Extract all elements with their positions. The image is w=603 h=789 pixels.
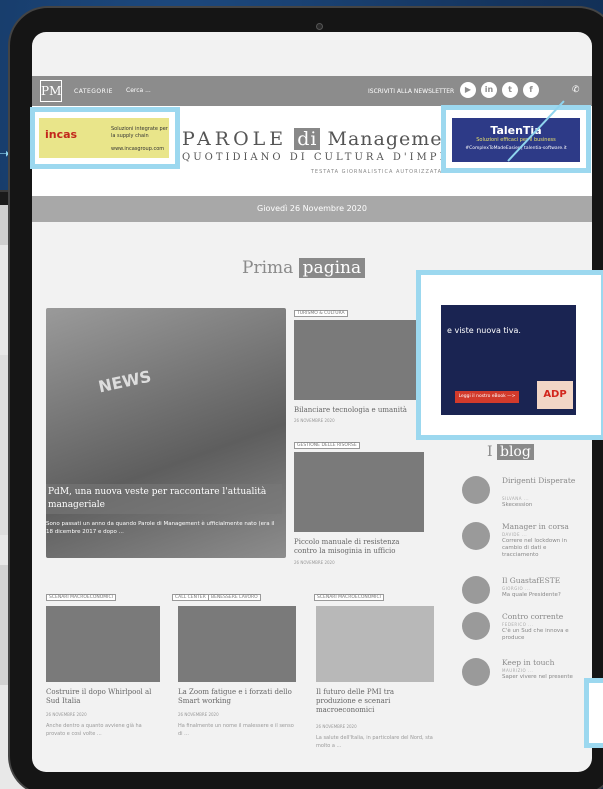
blog-title[interactable]: Manager in corsa — [502, 522, 582, 531]
section-title-highlight: pagina — [298, 258, 366, 278]
side-ad-banner[interactable] — [584, 678, 603, 748]
category-tag[interactable]: GESTIONE DELLE RISORSE — [294, 442, 360, 449]
blog-post-title[interactable]: Skecession — [502, 502, 582, 509]
incas-url: www.incasgroup.com — [111, 146, 165, 152]
article-image[interactable] — [294, 452, 424, 532]
linkedin-icon[interactable]: in — [481, 82, 497, 98]
blog-author: MAURIZIO ... — [502, 668, 534, 673]
masthead-title-word: PAROLE — [182, 128, 288, 150]
article-excerpt: La salute dell'Italia, in particolare de… — [316, 735, 433, 749]
section-title: Prima pagina — [242, 258, 366, 278]
blog-title[interactable]: Keep in touch — [502, 658, 582, 667]
article-image[interactable] — [46, 606, 160, 682]
blog-title[interactable]: Dirigenti Disperate — [502, 476, 582, 485]
article-date: 26 NOVEMBRE 2020 — [46, 712, 87, 717]
talentia-ad-banner[interactable]: TalenTia Soluzioni efficaci per il busin… — [441, 105, 591, 173]
masthead-registered: TESTATA GIORNALISTICA AUTORIZZATA — [310, 169, 442, 175]
article-title[interactable]: Bilanciare tecnologia e umanità — [294, 406, 424, 415]
blog-heading: I blog — [487, 444, 534, 460]
article-date: 26 NOVEMBRE 2020 — [294, 560, 335, 565]
newsletter-link[interactable]: ISCRIVITI ALLA NEWSLETTER — [368, 88, 454, 95]
incas-tagline: Soluzioni integrate per la supply chain — [111, 126, 168, 139]
blog-author: SILVANA ... — [502, 496, 530, 501]
section-title-word: Prima — [242, 258, 294, 278]
article-date: 26 NOVEMBRE 2020 — [294, 418, 335, 423]
adp-ad-banner[interactable]: e viste nuova tiva. Leggi il nostro eBoo… — [416, 270, 603, 440]
article-excerpt: Ha finalmente un nome il malessere e il … — [178, 723, 294, 737]
talentia-tagline: Soluzioni efficaci per il business — [476, 137, 556, 143]
blog-heading-mark: I — [487, 444, 493, 460]
hero-article-title[interactable]: PdM, una nuova veste per raccontare l'at… — [46, 484, 282, 514]
talentia-ad-content: TalenTia Soluzioni efficaci per il busin… — [452, 118, 580, 162]
adp-ad-text: e viste nuova tiva. — [447, 326, 521, 335]
hero-article-excerpt: Sono passati un anno da quando Parole di… — [46, 521, 275, 535]
blog-post-title[interactable]: Saper vivere nel presente — [502, 674, 582, 681]
youtube-icon[interactable]: ▶ — [460, 82, 476, 98]
adp-ebook-button[interactable]: Leggi il nostro eBook —> — [455, 391, 519, 403]
avatar — [462, 658, 490, 686]
article-image[interactable] — [316, 606, 434, 682]
article-image[interactable] — [294, 320, 424, 400]
masthead-title-word: di — [294, 128, 321, 150]
article-title[interactable]: Costruire il dopo Whirlpool al Sud Itali… — [46, 688, 160, 706]
category-tag[interactable]: SCENARI MACROECONOMICI — [314, 594, 384, 601]
blog-post-title[interactable]: Ma quale Presidente? — [502, 592, 582, 599]
article-date: 26 NOVEMBRE 2020 — [316, 724, 357, 729]
category-tag[interactable]: TURISMO & CULTURA — [294, 310, 348, 317]
category-tag[interactable]: SCENARI MACROECONOMICI — [46, 594, 116, 601]
blog-title[interactable]: Contro corrente — [502, 612, 582, 621]
avatar — [462, 476, 490, 504]
adp-ad-panel: e viste nuova tiva. Leggi il nostro eBoo… — [441, 305, 576, 415]
article-date: 26 NOVEMBRE 2020 — [178, 712, 219, 717]
search-input[interactable]: Cerca ... — [126, 87, 151, 94]
blog-author: DAVIDE ... — [502, 532, 528, 537]
camera-icon — [316, 23, 323, 30]
talentia-logo: TalenTia — [490, 124, 542, 137]
social-links: ▶ in t f — [460, 82, 539, 98]
incas-ad-banner[interactable]: incas Soluzioni integrate per la supply … — [30, 107, 180, 169]
site-logo[interactable]: PM — [40, 80, 62, 102]
blog-title[interactable]: Il GuastafESTE — [502, 576, 582, 585]
article-image[interactable] — [178, 606, 296, 682]
avatar — [462, 522, 490, 550]
avatar — [462, 576, 490, 604]
incas-ad-content: incas Soluzioni integrate per la supply … — [39, 118, 169, 158]
category-tag[interactable]: CALL CENTER — [172, 594, 209, 601]
twitter-icon[interactable]: t — [502, 82, 518, 98]
adp-logo: ADP — [537, 381, 573, 409]
blog-post-title[interactable]: Correre nel lockdown in cambio di dati e… — [502, 538, 582, 559]
blog-heading-label: blog — [496, 444, 534, 460]
article-excerpt: Anche dentro a quanto avviene già ha pro… — [46, 723, 142, 737]
blog-post-title[interactable]: C'è un Sud che innova e produce — [502, 628, 582, 642]
blog-author: GIORGIO ... — [502, 586, 531, 591]
facebook-icon[interactable]: f — [523, 82, 539, 98]
masthead-subtitle: QUOTIDIANO DI CULTURA D'IMPRESA — [182, 152, 481, 163]
date-bar: Giovedì 26 Novembre 2020 — [32, 196, 592, 222]
article-title[interactable]: La Zoom fatigue e i forzati dello Smart … — [178, 688, 296, 706]
article-title[interactable]: Piccolo manuale di resistenza contro la … — [294, 538, 424, 556]
top-navigation-bar: PM CATEGORIE Cerca ... ISCRIVITI ALLA NE… — [32, 76, 592, 106]
article-title[interactable]: Il futuro delle PMI tra produzione e sce… — [316, 688, 434, 715]
hero-news-word: NEWS — [96, 366, 153, 397]
masthead: PAROLE di Management QUOTIDIANO DI CULTU… — [182, 128, 481, 175]
category-tag[interactable]: BENESSERE LAVORO — [208, 594, 261, 601]
categories-menu[interactable]: CATEGORIE — [74, 88, 113, 95]
blog-author: FEDERICO ... — [502, 622, 534, 627]
avatar — [462, 612, 490, 640]
incas-logo: incas — [45, 128, 78, 141]
phone-icon[interactable]: ✆ — [572, 85, 580, 95]
masthead-title: PAROLE di Management — [182, 128, 463, 150]
